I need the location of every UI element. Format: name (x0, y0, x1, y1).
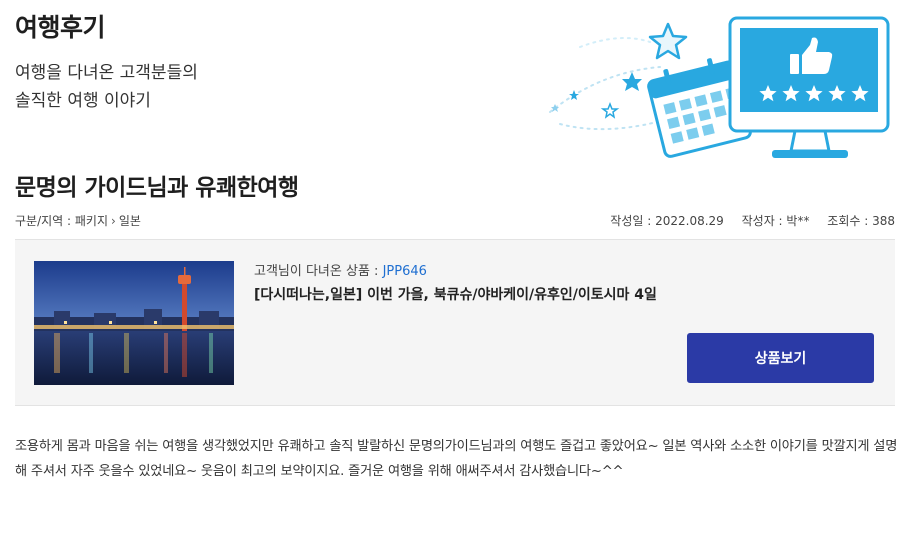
star-icon (569, 90, 579, 100)
review-meta: 구분/지역 : 패키지 › 일본 작성일 : 2022.08.29 작성자 : 박*… (15, 212, 895, 232)
product-label-text: 고객님이 다녀온 상품 : (254, 264, 379, 279)
category-breadcrumb: 구분/지역 : 패키지 › 일본 (15, 212, 141, 229)
monitor-icon (728, 16, 890, 158)
product-thumbnail[interactable] (34, 261, 234, 385)
category-region: 일본 (118, 214, 141, 228)
page-title: 여행후기 (15, 13, 106, 42)
review-illustration-graphic (549, 16, 890, 158)
star-icon (622, 72, 642, 91)
star-icon (600, 101, 620, 119)
star-icon (648, 22, 688, 60)
page-subtitle: 여행을 다녀온 고객분들의 솔직한 여행 이야기 (15, 59, 198, 115)
page-subtitle-line2: 솔직한 여행 이야기 (15, 91, 151, 111)
post-views: 조회수 : 388 (827, 214, 895, 228)
review-title: 문명의 가이드님과 유쾌한여행 (15, 175, 299, 201)
post-date: 작성일 : 2022.08.29 (610, 214, 724, 228)
product-code[interactable]: JPP646 (383, 264, 427, 279)
post-author: 작성자 : 박** (741, 214, 810, 228)
view-product-button[interactable]: 상품보기 (687, 333, 874, 383)
category-label: 구분/지역 : 패키지 (15, 214, 108, 228)
review-body: 조용하게 몸과 마음을 쉬는 여행을 생각했었지만 유쾌하고 솔직 발랄하신 문… (15, 439, 898, 479)
product-card: 고객님이 다녀온 상품 : JPP646 [다시떠나는,일본] 이번 가을, 북… (15, 239, 895, 406)
page-subtitle-line1: 여행을 다녀온 고객분들의 (15, 63, 198, 83)
chevron-right-icon: › (111, 214, 116, 228)
product-thumbnail-image (34, 261, 234, 385)
product-label: 고객님이 다녀온 상품 : JPP646 (254, 260, 427, 279)
review-illustration (540, 12, 900, 162)
product-name[interactable]: [다시떠나는,일본] 이번 가을, 북큐슈/야바케이/유후인/이토시마 4일 (254, 284, 657, 304)
post-info: 작성일 : 2022.08.29 작성자 : 박** 조회수 : 388 (596, 212, 895, 229)
